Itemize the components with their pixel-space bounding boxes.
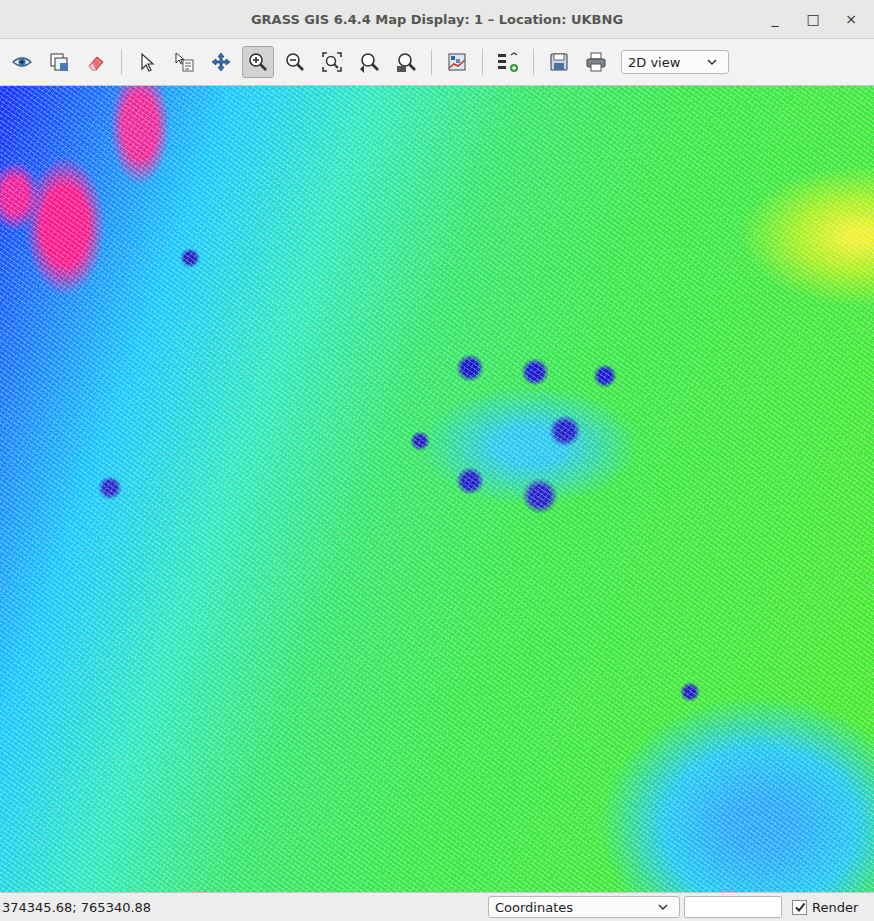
checkmark-icon (794, 901, 806, 913)
pointer-icon (136, 51, 158, 73)
toolbar-separator (431, 49, 432, 75)
toolbar-button[interactable] (353, 46, 385, 78)
window-control-button[interactable]: _ (758, 11, 792, 27)
toolbar-button[interactable] (390, 46, 422, 78)
eraser-icon (85, 51, 107, 73)
window-title: GRASS GIS 6.4.4 Map Display: 1 – Locatio… (251, 12, 623, 27)
window-control-button[interactable]: × (834, 11, 868, 27)
chevron-down-icon (657, 901, 669, 913)
toolbar-button[interactable] (205, 46, 237, 78)
add-layer-icon (48, 51, 70, 73)
toolbar-button[interactable] (316, 46, 348, 78)
checkbox-box (792, 900, 807, 915)
toolbar-button[interactable] (492, 46, 524, 78)
zoom-menu-icon (395, 51, 417, 73)
toolbar-button[interactable] (279, 46, 311, 78)
map-canvas[interactable] (0, 86, 874, 892)
render-label: Render (812, 900, 858, 915)
toolbar-button[interactable] (168, 46, 200, 78)
window-controls: _□× (758, 0, 868, 38)
status-bar: 374345.68; 765340.88 Coordinates Render (0, 892, 874, 921)
render-checkbox[interactable]: Render (792, 900, 858, 915)
toolbar-button[interactable] (80, 46, 112, 78)
coordinates-readout: 374345.68; 765340.88 (2, 900, 484, 915)
status-field[interactable] (684, 896, 782, 918)
toolbar: 2D view (0, 39, 874, 86)
toolbar-separator (482, 49, 483, 75)
toolbar-button[interactable] (242, 46, 274, 78)
window-control-button[interactable]: □ (796, 11, 830, 27)
zoom-extent-icon (321, 51, 343, 73)
chevron-down-icon (706, 56, 718, 68)
toolbar-button[interactable] (6, 46, 38, 78)
map-display-window: GRASS GIS 6.4.4 Map Display: 1 – Locatio… (0, 0, 874, 921)
view-select[interactable]: 2D view (621, 50, 729, 74)
toolbar-button[interactable] (543, 46, 575, 78)
view-select-value: 2D view (628, 55, 680, 70)
toolbar-separator (121, 49, 122, 75)
point-cloud-texture (0, 86, 874, 892)
status-mode-value: Coordinates (495, 900, 573, 915)
toolbar-button[interactable] (43, 46, 75, 78)
toolbar-button[interactable] (580, 46, 612, 78)
zoom-in-icon (247, 51, 269, 73)
zoom-out-icon (284, 51, 306, 73)
print-icon (585, 51, 607, 73)
toolbar-button[interactable] (131, 46, 163, 78)
query-icon (173, 51, 195, 73)
pan-icon (210, 51, 232, 73)
title-bar: GRASS GIS 6.4.4 Map Display: 1 – Locatio… (0, 0, 874, 39)
save-icon (548, 51, 570, 73)
status-mode-select[interactable]: Coordinates (488, 896, 680, 918)
overlay-icon (496, 51, 520, 73)
zoom-back-icon (358, 51, 380, 73)
toolbar-button[interactable] (441, 46, 473, 78)
analyze-icon (446, 51, 468, 73)
toolbar-separator (533, 49, 534, 75)
eye-icon (11, 51, 33, 73)
